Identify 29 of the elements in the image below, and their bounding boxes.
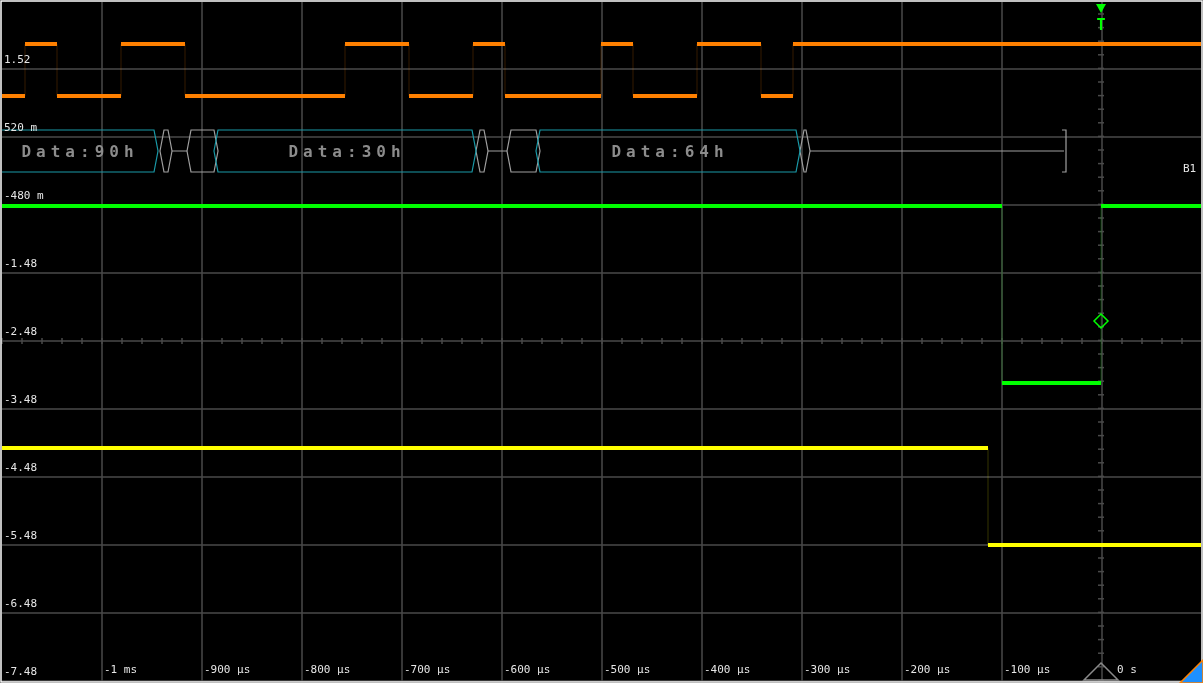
corner-icon xyxy=(1178,658,1203,683)
x-axis-label: -200 µs xyxy=(904,663,951,676)
trigger-triangle-icon xyxy=(1096,4,1106,13)
y-axis-label: 1.52 xyxy=(4,53,31,66)
y-axis-label: 520 m xyxy=(4,121,38,134)
y-axis-label: -4.48 xyxy=(4,461,38,474)
y-axis-label: -1.48 xyxy=(4,257,38,270)
x-axis-label: -600 µs xyxy=(504,663,551,676)
x-axis-label: -800 µs xyxy=(304,663,351,676)
x-axis-label: -300 µs xyxy=(804,663,851,676)
x-axis-label: -900 µs xyxy=(204,663,251,676)
bus-name: B1 xyxy=(1183,162,1197,175)
bus-frame-label: Data:90h xyxy=(21,142,139,161)
marker-diamond-icon xyxy=(1092,312,1110,330)
x-axis-label: -500 µs xyxy=(604,663,651,676)
bus-frame-label: Data:64h xyxy=(611,142,729,161)
x-axis-label: 0 s xyxy=(1117,663,1137,676)
y-axis-label: -3.48 xyxy=(4,393,38,406)
x-axis-label: -700 µs xyxy=(404,663,451,676)
trigger-label: T xyxy=(1096,16,1106,34)
y-axis-label: -2.48 xyxy=(4,325,38,338)
x-axis-label: -1 ms xyxy=(104,663,138,676)
y-axis-label: -480 m xyxy=(4,189,44,202)
y-axis-label: -6.48 xyxy=(4,597,38,610)
y-axis-label: -7.48 xyxy=(4,665,38,678)
x-axis-label: -100 µs xyxy=(1004,663,1051,676)
x-axis-label: -400 µs xyxy=(704,663,751,676)
y-axis-label: -5.48 xyxy=(4,529,38,542)
bus-frame-label: Data:30h xyxy=(288,142,406,161)
